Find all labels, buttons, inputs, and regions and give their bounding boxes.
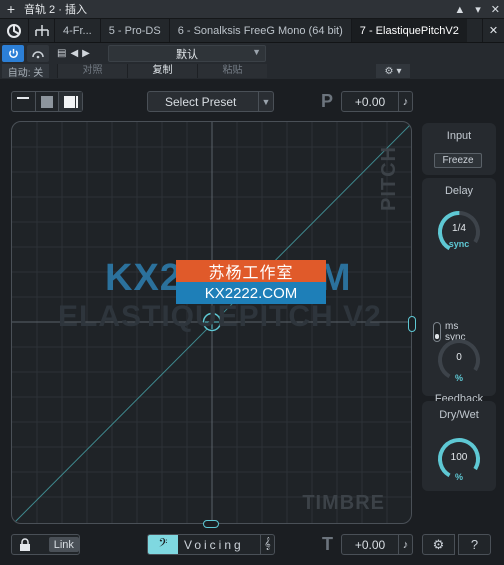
timbre-value: +0.00 bbox=[354, 537, 386, 552]
tab-plugin-7[interactable]: 7 - ElastiquePitchV2 bbox=[350, 19, 467, 42]
bass-clef-icon[interactable]: 𝄢 bbox=[148, 535, 178, 554]
watermark-bottom: KX2222.COM bbox=[176, 282, 326, 304]
pitch-value: +0.00 bbox=[354, 94, 386, 109]
axis-pitch-label: PITCH bbox=[378, 146, 400, 211]
help-icon: ? bbox=[470, 537, 479, 552]
host-preset-select[interactable]: 默认 ▼ bbox=[108, 45, 266, 62]
copy-button[interactable]: 复制 bbox=[127, 64, 197, 78]
plugin-tabs-row: 4-Fr... 5 - Pro-DS 6 - Sonalksis FreeG M… bbox=[0, 19, 504, 43]
chevron-down-icon: ▾ bbox=[396, 65, 402, 77]
watermark-top: 苏杨工作室 bbox=[176, 260, 326, 282]
input-title: Input bbox=[446, 130, 472, 142]
delay-title: Delay bbox=[444, 185, 474, 197]
menu-icon[interactable]: ▾ bbox=[475, 3, 481, 16]
window-title: 音轨 2 · 插入 bbox=[24, 4, 87, 16]
view-mode-group bbox=[11, 91, 83, 112]
gear-icon: ⚙ bbox=[432, 536, 445, 552]
chevron-down-icon: ▼ bbox=[252, 47, 261, 57]
input-panel: Input Freeze bbox=[422, 123, 496, 175]
paste-button[interactable]: 粘贴 bbox=[197, 64, 267, 78]
drywet-unit: % bbox=[454, 472, 463, 482]
host-edit-buttons: 对照 复制 粘贴 bbox=[57, 64, 267, 78]
treble-clef-icon[interactable]: 𝄞 bbox=[260, 535, 274, 554]
link-button[interactable]: Link bbox=[48, 537, 79, 552]
automation-status-label: 自动: 关 bbox=[2, 64, 49, 79]
close-icon[interactable]: ✕ bbox=[491, 3, 500, 16]
select-preset-label: Select Preset bbox=[165, 94, 237, 109]
preset-next-icon[interactable]: ▶ bbox=[82, 48, 90, 59]
feedback-value: 0 bbox=[456, 352, 462, 363]
help-button[interactable]: ? bbox=[458, 534, 491, 555]
note-icon[interactable]: ♪ bbox=[398, 535, 412, 554]
delay-ms-option[interactable]: ms bbox=[445, 321, 458, 332]
select-preset-dropdown[interactable]: Select Preset ▼ bbox=[147, 91, 274, 112]
settings-button[interactable]: ⚙ bbox=[422, 534, 455, 555]
pitch-timbre-xy-pad[interactable]: ELASTIQUEPITCH V2 PITCH TIMBRE bbox=[11, 121, 412, 524]
host-preset-name: 默认 bbox=[176, 48, 198, 61]
voicing-label: Voicing bbox=[184, 537, 244, 552]
automation-read-button[interactable] bbox=[27, 45, 49, 62]
window-titlebar: + 音轨 2 · 插入 ▲ ▾ ✕ bbox=[0, 0, 504, 19]
compare-button[interactable]: 对照 bbox=[57, 64, 127, 78]
pitch-value-field[interactable]: +0.00 ♪ bbox=[341, 91, 413, 112]
brand-background-text: ELASTIQUEPITCH V2 bbox=[58, 300, 382, 333]
preset-file-icon[interactable]: ▤ bbox=[57, 48, 66, 59]
tab-plugin-4[interactable]: 4-Fr... bbox=[54, 19, 100, 42]
preset-prev-icon[interactable]: ◀ bbox=[70, 48, 78, 59]
drywet-value: 100 bbox=[450, 452, 468, 463]
axis-timbre-label: TIMBRE bbox=[302, 492, 385, 514]
window-controls: ▲ ▾ ✕ bbox=[454, 0, 500, 19]
lock-icon[interactable] bbox=[12, 538, 39, 551]
feedback-unit: % bbox=[454, 373, 463, 383]
plugin-logo-icon bbox=[0, 19, 28, 42]
timbre-range-handle[interactable] bbox=[203, 520, 219, 528]
add-icon[interactable]: + bbox=[0, 0, 22, 19]
view-mode-full-button[interactable] bbox=[58, 92, 83, 111]
watermark-badge: 苏杨工作室 KX2222.COM bbox=[176, 260, 326, 304]
drywet-title: Dry/Wet bbox=[439, 409, 479, 421]
pitch-range-handle[interactable] bbox=[408, 316, 416, 332]
freeze-button[interactable]: Freeze bbox=[434, 153, 482, 168]
preset-nav-buttons: ▤ ◀ ▶ bbox=[57, 45, 90, 62]
tabs-close-icon[interactable]: ✕ bbox=[482, 19, 504, 42]
timbre-value-field[interactable]: +0.00 ♪ bbox=[341, 534, 413, 555]
view-mode-medium-button[interactable] bbox=[34, 92, 59, 111]
gear-icon: ⚙ bbox=[384, 65, 394, 77]
tab-plugin-5[interactable]: 5 - Pro-DS bbox=[99, 19, 169, 42]
power-button[interactable] bbox=[2, 45, 24, 62]
host-settings-button[interactable]: ⚙ ▾ bbox=[376, 64, 410, 78]
delay-unit: sync bbox=[448, 239, 470, 249]
pitch-symbol: P bbox=[321, 91, 334, 111]
chevron-down-icon: ▼ bbox=[258, 92, 273, 111]
lock-link-group: Link bbox=[11, 534, 80, 555]
voicing-selector[interactable]: 𝄢 Voicing 𝄞 bbox=[147, 534, 275, 555]
note-icon[interactable]: ♪ bbox=[398, 92, 412, 111]
view-mode-compact-button[interactable] bbox=[12, 92, 35, 111]
pin-icon[interactable]: ▲ bbox=[454, 4, 465, 16]
plugin-body: Select Preset ▼ P +0.00 ♪ ELASTIQUEPITCH… bbox=[0, 79, 504, 565]
routing-icon[interactable] bbox=[28, 19, 54, 42]
timbre-symbol: T bbox=[322, 534, 333, 554]
delay-value: 1/4 bbox=[452, 223, 466, 234]
host-controls-row: 自动: 关 ▤ ◀ ▶ 默认 ▼ 对照 复制 粘贴 ⚙ ▾ bbox=[0, 43, 504, 79]
tab-plugin-6[interactable]: 6 - Sonalksis FreeG Mono (64 bit) bbox=[168, 19, 351, 42]
